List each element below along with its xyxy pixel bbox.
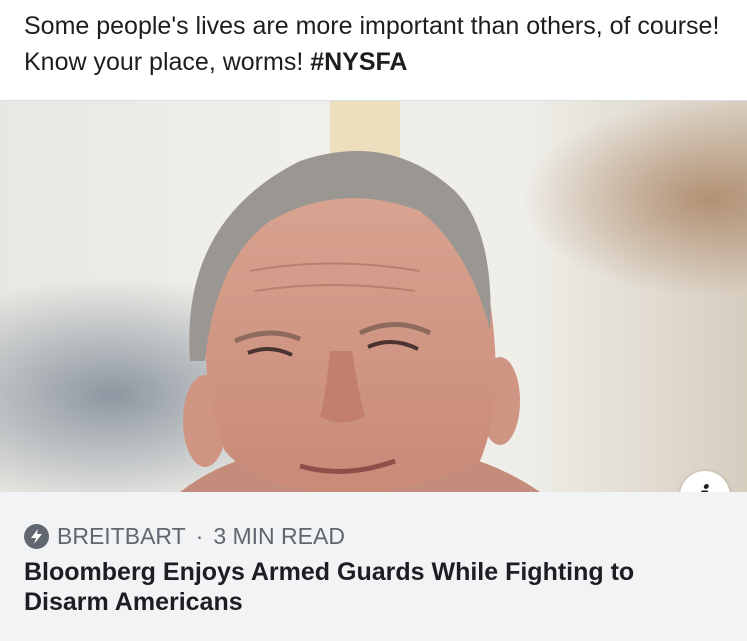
hashtag-link[interactable]: #NYSFA bbox=[310, 48, 407, 76]
read-time: 3 MIN READ bbox=[213, 522, 345, 549]
article-headline[interactable]: Bloomberg Enjoys Armed Guards While Figh… bbox=[24, 557, 724, 617]
article-photo[interactable] bbox=[0, 101, 747, 492]
source-row: BREITBART · 3 MIN READ bbox=[24, 516, 345, 556]
link-preview-card[interactable]: i BREITBART · 3 MIN READ Bloomberg Enjoy… bbox=[0, 100, 747, 641]
separator-dot: · bbox=[195, 522, 204, 549]
post-caption: Some people's lives are more important t… bbox=[24, 8, 724, 80]
lightning-bolt-icon bbox=[24, 523, 49, 549]
link-card-body[interactable]: BREITBART · 3 MIN READ Bloomberg Enjoys … bbox=[0, 492, 747, 641]
source-name: BREITBART bbox=[57, 522, 186, 549]
social-post: Some people's lives are more important t… bbox=[0, 0, 747, 641]
